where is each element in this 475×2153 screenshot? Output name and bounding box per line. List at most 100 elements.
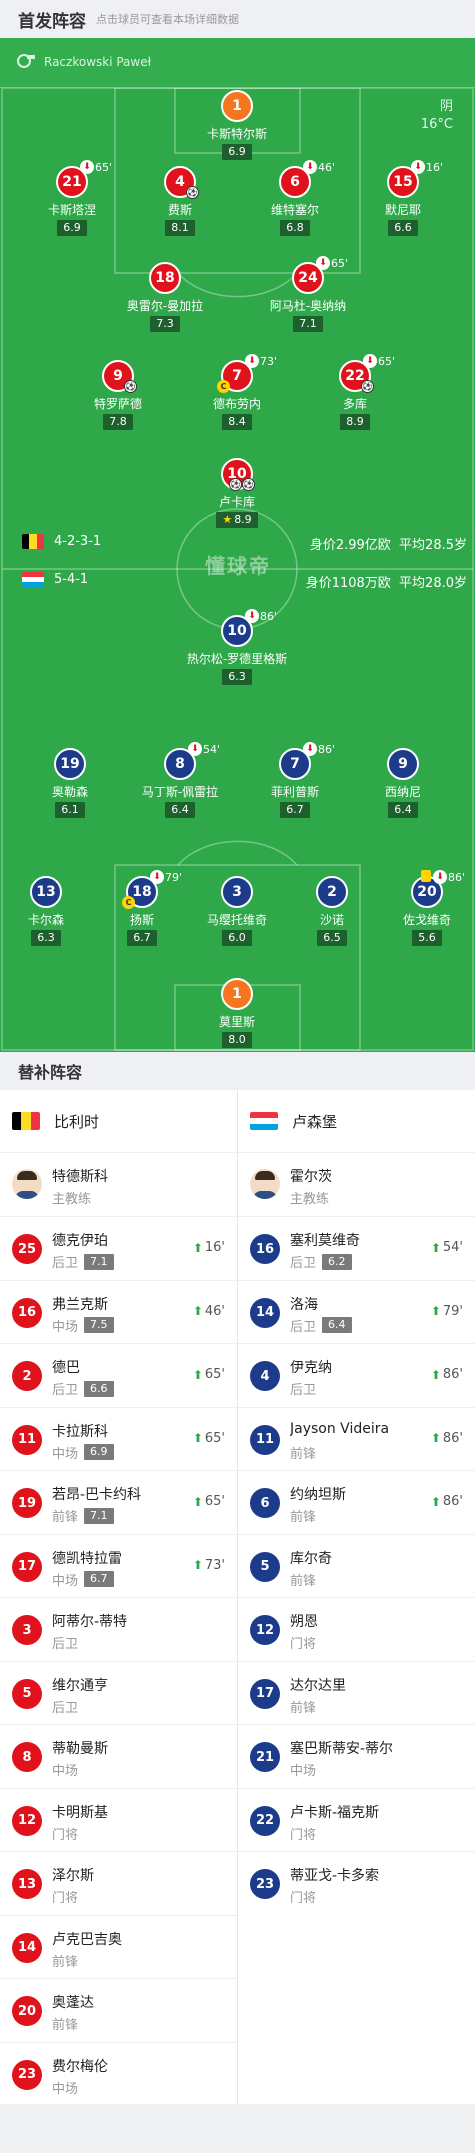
home-team-value: 身价2.99亿欧 平均28.5岁 bbox=[310, 534, 467, 553]
sub-player-row[interactable]: 6 约纳坦斯 前锋 ⬆ 86' bbox=[238, 1470, 475, 1534]
player-rating: 5.6 bbox=[412, 930, 442, 946]
sub-player-row[interactable]: 5 库尔奇 前锋 bbox=[238, 1533, 475, 1598]
sub-player-row[interactable]: 14 卢克巴吉奥 前锋 bbox=[0, 1914, 237, 1979]
sub-player-row[interactable]: 22 卢卡斯-福克斯 门将 bbox=[238, 1787, 475, 1852]
player-number: 6 bbox=[250, 1488, 280, 1518]
player-position-row: 门将 bbox=[52, 1887, 78, 1906]
sub-player-row[interactable]: 12 卡明斯基 门将 bbox=[0, 1787, 237, 1852]
player-position-row: 门将 bbox=[52, 1824, 78, 1843]
away-subs-column: 卢森堡 霍尔茨 主教练 16 塞利莫维奇 后卫 6.2 ⬆ 54' 14 洛海 后卫 6.4 ⬆ 79… bbox=[238, 1090, 475, 1915]
player-position: 门将 bbox=[290, 1637, 317, 1652]
sub-player-row[interactable]: 17 德凯特拉雷 中场 6.7 ⬆ 73' bbox=[0, 1533, 237, 1598]
sub-minute: 54' bbox=[203, 742, 221, 756]
pitch-player[interactable]: 1 卡斯特尔斯 6.9 bbox=[167, 90, 307, 160]
player-name: 卡尔森 bbox=[27, 913, 64, 927]
sub-in-icon: ⬆ bbox=[430, 1240, 441, 1255]
whistle-icon bbox=[16, 52, 36, 72]
player-number: 19 bbox=[54, 748, 86, 780]
pitch-player[interactable]: 20 ⬇ 86' 佐戈维奇 5.6 bbox=[357, 870, 475, 946]
sub-player-row[interactable]: 20 奥蓬达 前锋 bbox=[0, 1978, 237, 2042]
referee-bar: Raczkowski Paweł bbox=[0, 38, 475, 88]
player-name: 沙诺 bbox=[319, 913, 344, 927]
sub-player-row[interactable]: 13 泽尔斯 门将 bbox=[0, 1851, 237, 1915]
sub-out-indicator: ⬇ 16' bbox=[411, 160, 443, 174]
player-rating: 8.9 bbox=[234, 513, 252, 526]
sub-player-row[interactable]: 11 Jayson Videira 前锋 ⬆ 86' bbox=[238, 1406, 475, 1471]
pitch-player[interactable]: 9 西纳尼 6.4 bbox=[333, 748, 473, 818]
weather-info: 阴 16°C bbox=[421, 98, 453, 134]
sub-player-row[interactable]: 25 德克伊珀 后卫 7.1 ⬆ 16' bbox=[0, 1216, 237, 1280]
player-name: 塞利莫维奇 bbox=[290, 1233, 360, 1249]
away-coach[interactable]: 霍尔茨 主教练 bbox=[238, 1152, 475, 1216]
assist-icon: ⚽ bbox=[361, 380, 374, 393]
yellow-card-icon bbox=[421, 870, 431, 882]
sub-player-row[interactable]: 23 蒂亚戈-卡多索 门将 bbox=[238, 1851, 475, 1915]
home-formation: 4-2-3-1 bbox=[54, 534, 102, 549]
home-subs-column: 比利时 特德斯科 主教练 25 德克伊珀 后卫 7.1 ⬆ 16' 16 弗兰克斯 中场 7.5 ⬆… bbox=[0, 1090, 237, 2105]
sub-minute: 86' bbox=[448, 870, 466, 884]
player-rating: 6.8 bbox=[280, 220, 310, 236]
sub-player-row[interactable]: 3 阿蒂尔-蒂特 后卫 bbox=[0, 1597, 237, 1661]
pitch-player[interactable]: 24 ⬇ 65' 阿马杜-奥纳纳 7.1 bbox=[238, 256, 378, 332]
pitch-player[interactable]: 18 奥雷尔-曼加拉 7.3 bbox=[95, 262, 235, 332]
luxembourg-flag-icon bbox=[22, 572, 44, 587]
sub-in-indicator: ⬆ 65' bbox=[193, 1494, 225, 1509]
player-position-row: 门将 bbox=[290, 1887, 316, 1906]
player-name: 德凯特拉雷 bbox=[52, 1550, 122, 1567]
sub-player-row[interactable]: 4 伊克纳 后卫 ⬆ 86' bbox=[238, 1343, 475, 1407]
pitch-player[interactable]: 10 ⚽ ⚽ 卢卡库 ★ 8.9 bbox=[167, 458, 307, 528]
coach-name: 特德斯科 bbox=[52, 1169, 108, 1185]
player-number: 17 bbox=[250, 1678, 280, 1709]
goal-icon: ⚽ bbox=[242, 478, 255, 491]
sub-player-row[interactable]: 16 塞利莫维奇 后卫 6.2 ⬆ 54' bbox=[238, 1216, 475, 1280]
player-name: 伊克纳 bbox=[290, 1360, 332, 1376]
sub-player-row[interactable]: 23 费尔梅伦 中场 bbox=[0, 2041, 237, 2106]
player-rating: 7.5 bbox=[84, 1317, 114, 1333]
sub-player-row[interactable]: 14 洛海 后卫 6.4 ⬆ 79' bbox=[238, 1279, 475, 1344]
sub-player-row[interactable]: 17 达尔达里 前锋 bbox=[238, 1660, 475, 1725]
sub-in-indicator: ⬆ 79' bbox=[431, 1304, 463, 1319]
pitch: Raczkowski Paweł 阴 16°C 懂球帝 4-2-3-1 身价2.… bbox=[0, 38, 475, 1052]
pitch-player[interactable]: 10 ⬇ 86' 热尔松-罗德里格斯 6.3 bbox=[167, 609, 307, 685]
goal-icon: ⚽ bbox=[124, 380, 137, 393]
player-rating: 7.1 bbox=[84, 1507, 114, 1524]
sub-player-row[interactable]: 11 卡拉斯科 中场 6.9 ⬆ 65' bbox=[0, 1406, 237, 1471]
player-name: 蒂亚戈-卡多索 bbox=[290, 1868, 380, 1884]
coach-role: 主教练 bbox=[290, 1188, 329, 1207]
sub-player-row[interactable]: 5 维尔通亨 后卫 bbox=[0, 1660, 237, 1725]
sub-player-row[interactable]: 19 若昂-巴卡约科 前锋 7.1 ⬆ 65' bbox=[0, 1470, 237, 1534]
sub-player-row[interactable]: 12 朔恩 门将 bbox=[238, 1597, 475, 1661]
player-number: 5 bbox=[12, 1678, 42, 1709]
sub-in-icon: ⬆ bbox=[192, 1558, 203, 1572]
sub-player-row[interactable]: 2 德巴 后卫 6.6 ⬆ 65' bbox=[0, 1343, 237, 1407]
sub-in-indicator: ⬆ 46' bbox=[193, 1304, 225, 1319]
player-position-row: 后卫 bbox=[290, 1379, 316, 1398]
sub-out-icon: ⬇ bbox=[245, 354, 259, 368]
home-coach[interactable]: 特德斯科 主教练 bbox=[0, 1152, 237, 1216]
player-number: 12 bbox=[250, 1615, 280, 1645]
sub-minute: 65' bbox=[204, 1367, 225, 1382]
player-position-row: 中场 6.9 bbox=[52, 1443, 114, 1462]
player-position: 后卫 bbox=[290, 1319, 317, 1335]
pitch-player[interactable]: 15 ⬇ 16' 默尼耶 6.6 bbox=[333, 160, 473, 236]
sub-in-indicator: ⬆ 86' bbox=[431, 1367, 463, 1382]
sub-player-row[interactable]: 16 弗兰克斯 中场 7.5 ⬆ 46' bbox=[0, 1279, 237, 1344]
sub-player-row[interactable]: 21 塞巴斯蒂安-蒂尔 中场 bbox=[238, 1724, 475, 1788]
sub-player-row[interactable]: 8 蒂勒曼斯 中场 bbox=[0, 1724, 237, 1788]
player-position: 中场 bbox=[52, 1573, 79, 1589]
player-rating: 6.9 bbox=[222, 144, 252, 160]
sub-out-indicator: ⬇ 46' bbox=[303, 160, 335, 174]
watermark: 懂球帝 bbox=[205, 554, 271, 578]
pitch-player[interactable]: 22 ⚽ ⬇ 65' 多库 8.9 bbox=[285, 354, 425, 430]
player-position: 中场 bbox=[52, 1446, 79, 1462]
player-position-row: 中场 6.7 bbox=[52, 1570, 114, 1589]
pitch-player[interactable]: 1 莫里斯 8.0 bbox=[167, 978, 307, 1048]
weather-condition: 阴 bbox=[439, 99, 453, 114]
player-name: 阿马杜-奥纳纳 bbox=[269, 299, 347, 313]
player-rating: 6.6 bbox=[84, 1380, 114, 1397]
player-number: 2 bbox=[12, 1361, 42, 1391]
player-position: 中场 bbox=[52, 2081, 79, 2097]
sub-in-indicator: ⬆ 16' bbox=[193, 1240, 225, 1255]
player-position-row: 门将 bbox=[290, 1633, 316, 1652]
player-name: 奥雷尔-曼加拉 bbox=[126, 299, 204, 313]
